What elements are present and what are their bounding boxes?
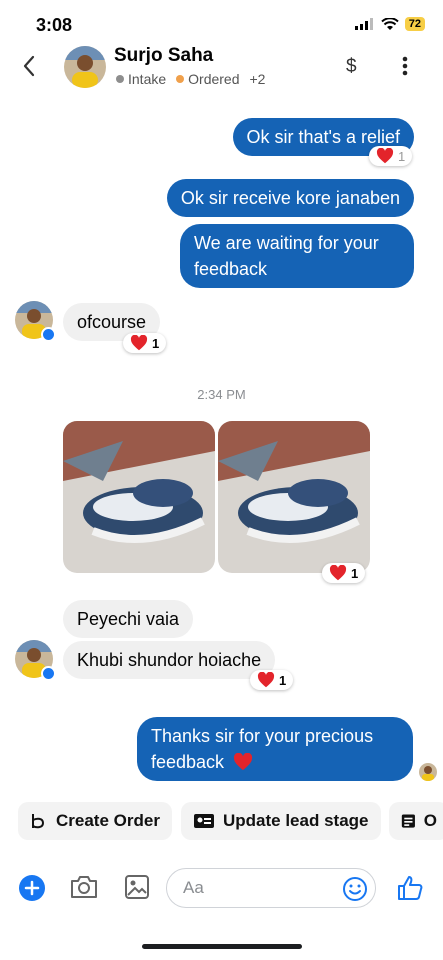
back-icon[interactable]: [22, 54, 36, 78]
contact-name[interactable]: Surjo Saha: [114, 45, 213, 67]
tag-dot-intake: [116, 75, 124, 83]
wifi-icon: [381, 17, 399, 30]
create-order-label: Create Order: [56, 811, 160, 830]
thumbs-up-icon[interactable]: [396, 874, 424, 902]
third-action-label: O: [423, 811, 437, 830]
reaction-badge-2[interactable]: 1: [123, 333, 167, 353]
reaction-count-3: 1: [351, 565, 359, 581]
reaction-count-4: 1: [279, 672, 287, 688]
update-lead-chip[interactable]: Update lead stage: [181, 802, 381, 840]
tag-dot-ordered: [176, 75, 185, 83]
list-icon: [401, 814, 415, 828]
create-order-chip[interactable]: Create Order: [18, 802, 172, 840]
emoji-icon[interactable]: [342, 876, 368, 902]
contact-avatar[interactable]: [64, 46, 106, 88]
payment-button[interactable]: $: [346, 56, 357, 78]
seen-avatar: [419, 763, 437, 781]
order-icon: [32, 814, 45, 829]
shoe-photo-2[interactable]: [218, 421, 370, 573]
tag-more: +2: [249, 71, 266, 87]
update-lead-label: Update lead stage: [223, 811, 369, 830]
plus-icon[interactable]: [18, 874, 46, 902]
heart-icon: [376, 148, 394, 164]
tag-intake: Intake: [128, 71, 167, 87]
reaction-badge-4[interactable]: 1: [250, 670, 294, 690]
message-out-4[interactable]: Thanks sir for your precious feedback: [137, 717, 413, 781]
reaction-count-1: 1: [398, 148, 406, 164]
reaction-badge-3[interactable]: 1: [322, 563, 366, 583]
gallery-icon[interactable]: [124, 874, 150, 900]
battery-level: 72: [404, 17, 425, 31]
heart-icon: [257, 672, 275, 688]
heart-icon: [130, 335, 148, 351]
shoe-photo-1[interactable]: [63, 421, 215, 573]
message-out-2[interactable]: Ok sir receive kore janaben: [166, 179, 414, 217]
message-in-3[interactable]: Khubi shundor hoiache: [63, 641, 276, 679]
home-indicator[interactable]: [142, 944, 302, 949]
reaction-badge-1[interactable]: 1: [369, 146, 413, 166]
contact-tags[interactable]: Intake Ordered +2: [116, 71, 265, 87]
more-options-icon[interactable]: [402, 55, 408, 77]
message-input-placeholder: Aa: [183, 878, 204, 897]
messenger-badge-icon: [41, 666, 56, 681]
camera-icon[interactable]: [69, 874, 99, 900]
third-action-chip[interactable]: O: [389, 802, 443, 840]
heart-icon: [329, 565, 347, 581]
timestamp: 2:34 PM: [197, 387, 246, 402]
message-in-2[interactable]: Peyechi vaia: [63, 600, 194, 638]
status-time: 3:08: [36, 15, 73, 35]
status-icons: 72: [354, 17, 425, 31]
id-card-icon: [194, 814, 214, 828]
message-out-4-text: Thanks sir for your precious feedback: [151, 726, 374, 772]
heart-emoji-icon: [233, 752, 253, 771]
signal-icon: [354, 18, 373, 30]
messenger-badge-icon: [41, 327, 56, 342]
message-out-3[interactable]: We are waiting for your feedback: [180, 224, 414, 288]
reaction-count-2: 1: [152, 335, 160, 351]
tag-ordered: Ordered: [188, 71, 240, 87]
